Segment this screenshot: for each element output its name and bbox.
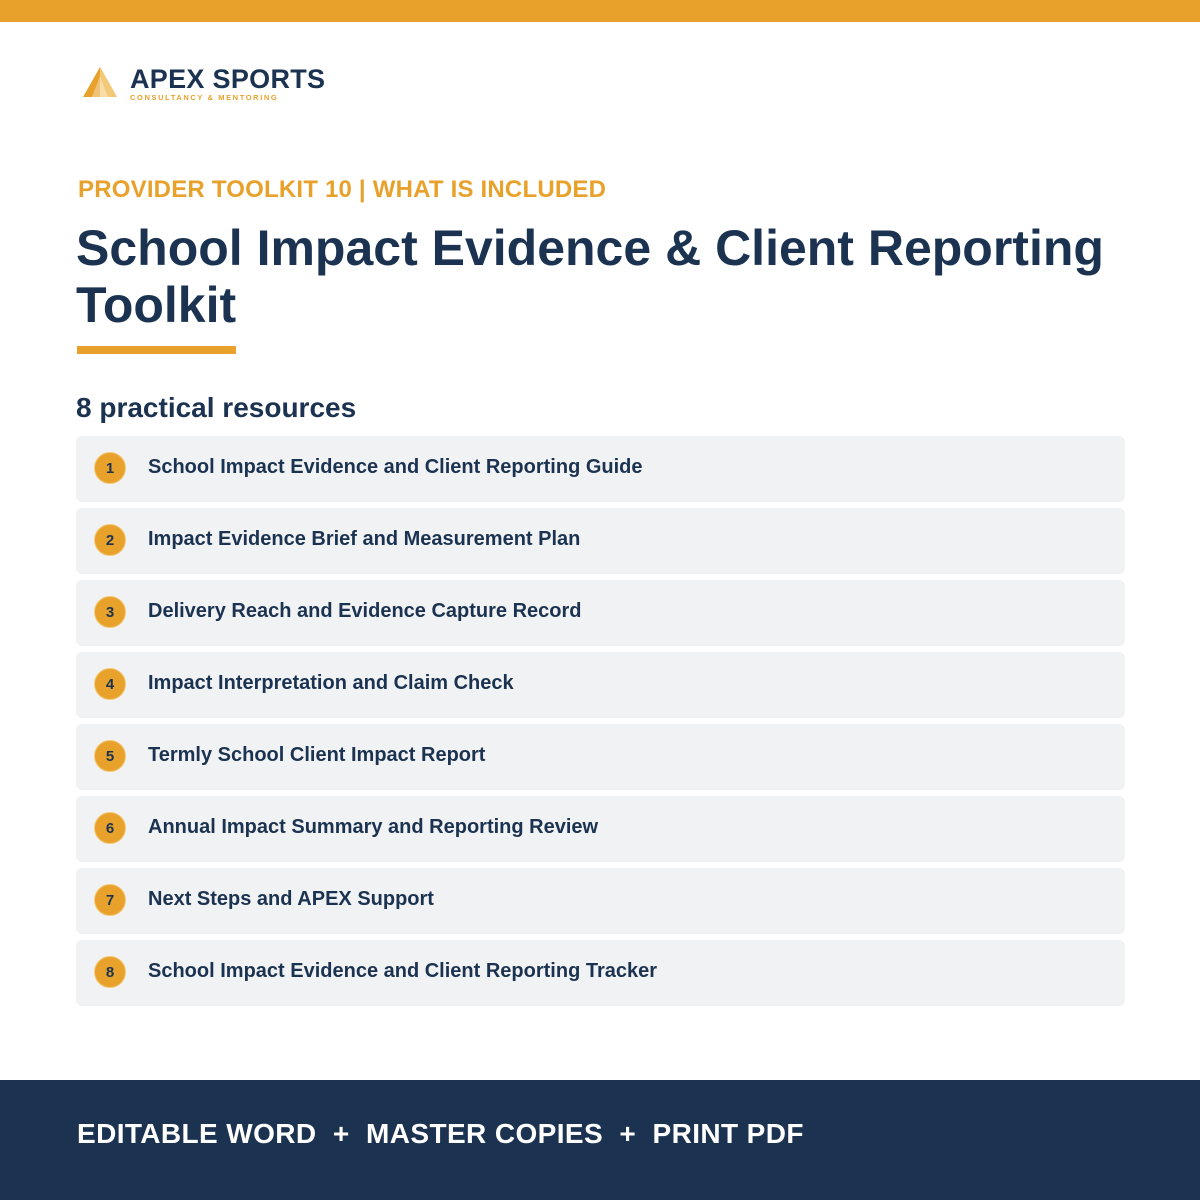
number-badge: 1 xyxy=(94,452,126,484)
number-badge: 7 xyxy=(94,884,126,916)
resource-label: School Impact Evidence and Client Report… xyxy=(148,960,658,982)
number-badge: 3 xyxy=(94,596,126,628)
resource-label: Termly School Client Impact Report xyxy=(148,744,486,766)
number-badge: 5 xyxy=(94,740,126,772)
brand-tagline: CONSULTANCY & MENTORING xyxy=(130,93,279,102)
number-badge: 8 xyxy=(94,956,126,988)
resource-item: 4 Impact Interpretation and Claim Check xyxy=(76,652,1125,718)
resources-heading: 8 practical resources xyxy=(76,392,357,423)
resource-list: 1 School Impact Evidence and Client Repo… xyxy=(76,436,1125,1012)
resource-item: 8 School Impact Evidence and Client Repo… xyxy=(76,940,1125,1006)
resource-item: 7 Next Steps and APEX Support xyxy=(76,868,1125,934)
page-title: School Impact Evidence & Client Reportin… xyxy=(76,220,1104,333)
resource-item: 6 Annual Impact Summary and Reporting Re… xyxy=(76,796,1125,862)
resource-item: 1 School Impact Evidence and Client Repo… xyxy=(76,436,1125,502)
resource-label: Next Steps and APEX Support xyxy=(148,888,434,910)
number-badge: 2 xyxy=(94,524,126,556)
resource-label: Delivery Reach and Evidence Capture Reco… xyxy=(148,600,582,622)
resource-item: 2 Impact Evidence Brief and Measurement … xyxy=(76,508,1125,574)
toolkit-eyebrow: PROVIDER TOOLKIT 10 | WHAT IS INCLUDED xyxy=(78,176,607,203)
title-underline xyxy=(77,346,236,354)
resource-label: Annual Impact Summary and Reporting Revi… xyxy=(148,816,599,838)
number-badge: 6 xyxy=(94,812,126,844)
formats-line: EDITABLE WORD + MASTER COPIES + PRINT PD… xyxy=(77,1118,804,1149)
footer-band: EDITABLE WORD + MASTER COPIES + PRINT PD… xyxy=(0,1080,1200,1200)
resource-label: Impact Evidence Brief and Measurement Pl… xyxy=(148,528,581,550)
mountain-peak-icon xyxy=(83,67,117,97)
top-accent-bar xyxy=(0,0,1200,22)
resource-label: School Impact Evidence and Client Report… xyxy=(148,456,643,478)
brand-name: APEX SPORTS xyxy=(130,64,326,94)
resource-item: 5 Termly School Client Impact Report xyxy=(76,724,1125,790)
resource-item: 3 Delivery Reach and Evidence Capture Re… xyxy=(76,580,1125,646)
number-badge: 4 xyxy=(94,668,126,700)
resource-label: Impact Interpretation and Claim Check xyxy=(148,672,514,694)
